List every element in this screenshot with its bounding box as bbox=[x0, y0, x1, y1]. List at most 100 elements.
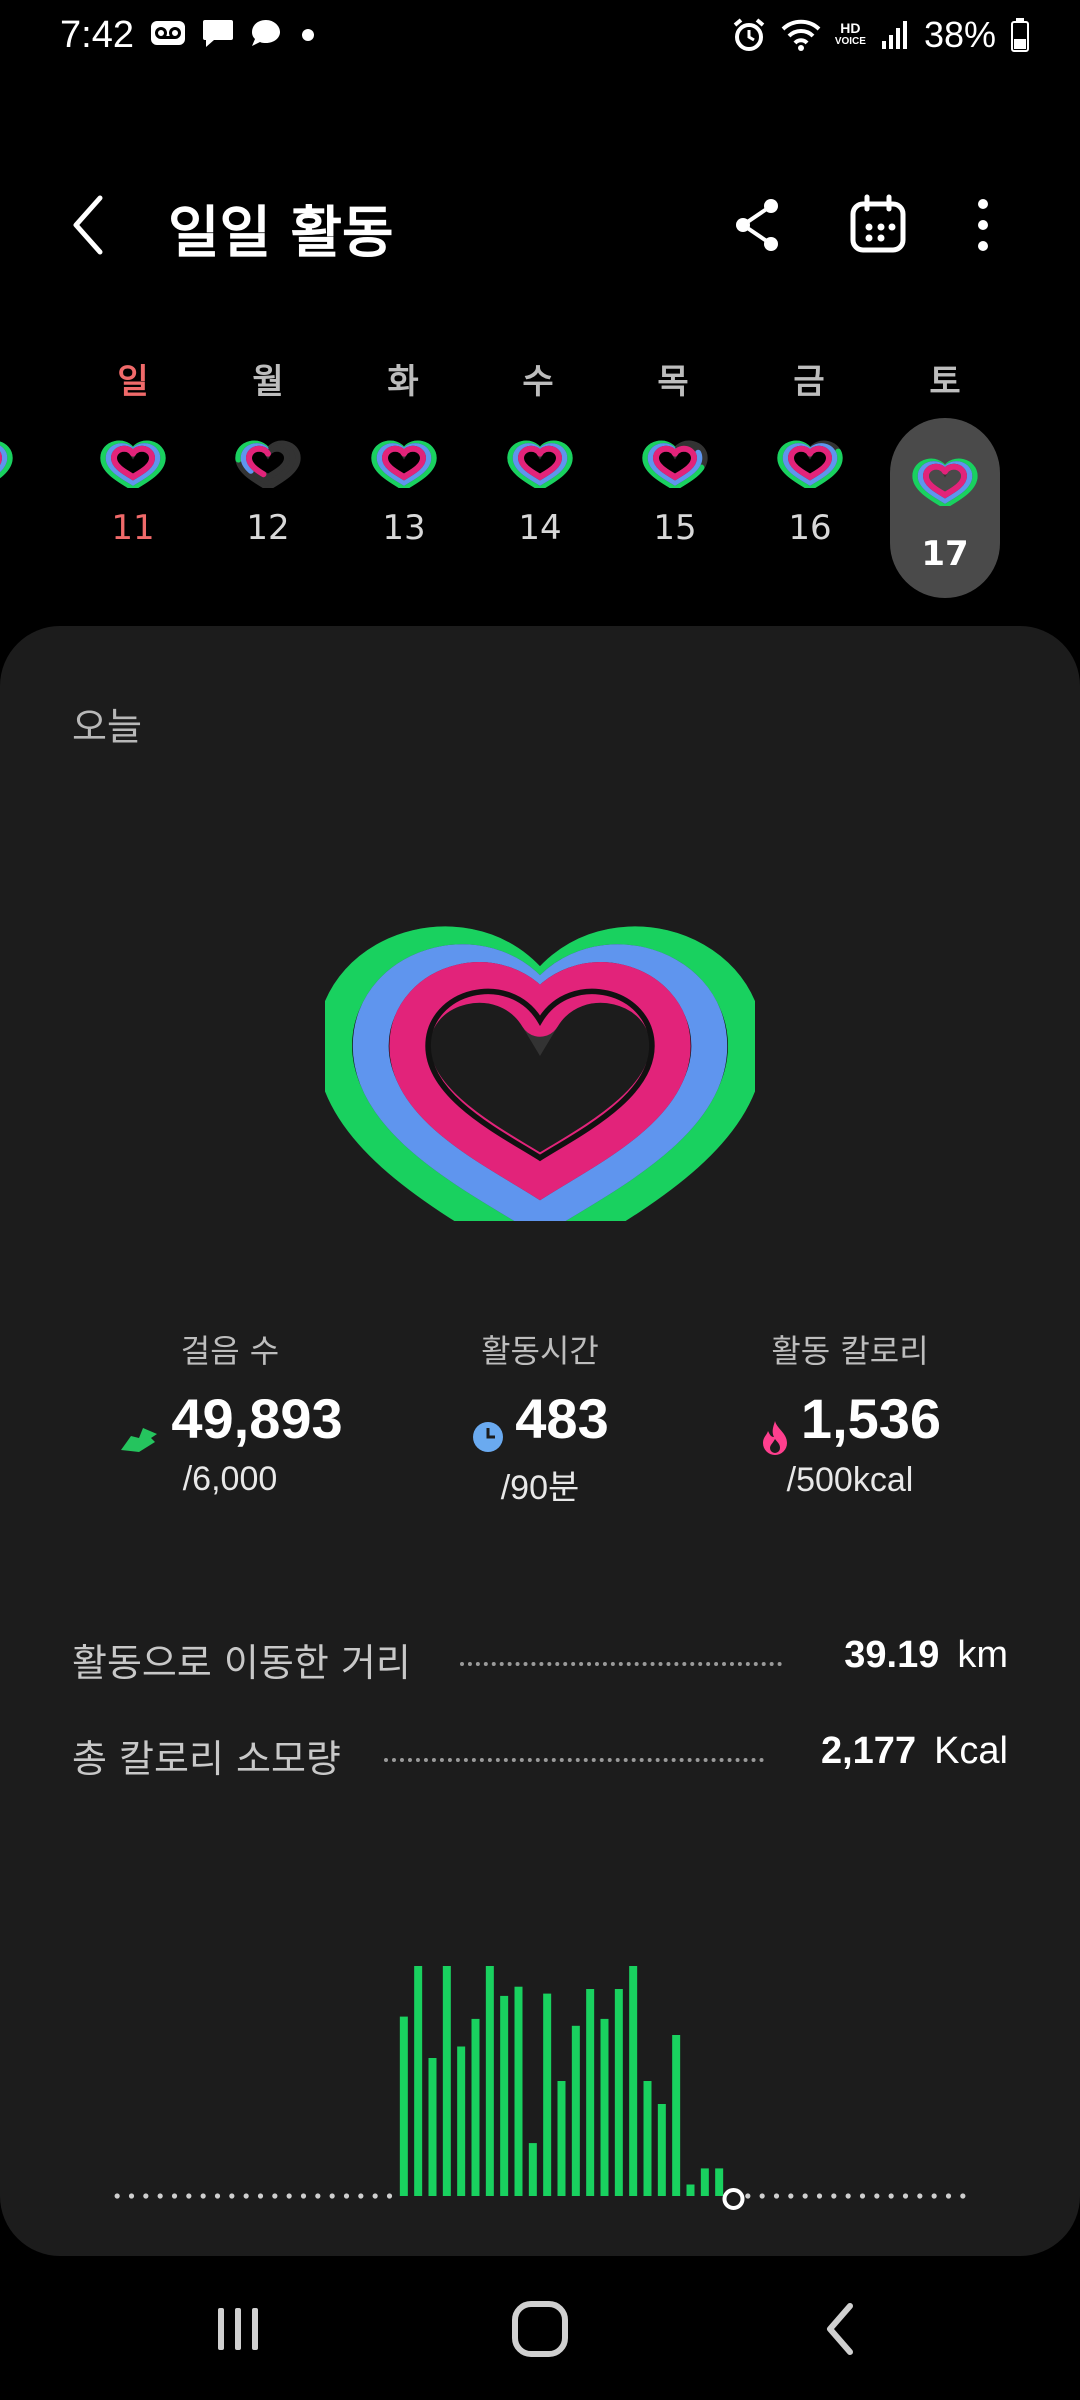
chart-empty-dot bbox=[372, 2193, 378, 2199]
system-icons: HD VOICE 38% bbox=[731, 14, 1030, 56]
chart-bar bbox=[614, 1989, 623, 2196]
chart-empty-dot bbox=[788, 2193, 794, 2199]
total-calories-row: 총 칼로리 소모량 2,177 Kcal bbox=[72, 1722, 1008, 1783]
chart-bar bbox=[428, 2058, 437, 2196]
page-title: 일일 활동 bbox=[168, 201, 394, 266]
navigation-bar bbox=[0, 2256, 1080, 2400]
activity-heart-icon bbox=[325, 926, 755, 1221]
chart-empty-dot bbox=[358, 2193, 364, 2199]
day-13[interactable]: 13 bbox=[349, 420, 459, 550]
day-12[interactable]: 12 bbox=[213, 420, 323, 550]
chart-empty-dot bbox=[143, 2193, 149, 2199]
chart-bar bbox=[586, 1989, 595, 2196]
chart-bar bbox=[500, 1995, 509, 2196]
chart-current-marker bbox=[722, 2188, 745, 2210]
battery-icon bbox=[1011, 18, 1029, 52]
chart-bar bbox=[557, 2081, 566, 2196]
dotted-leader bbox=[384, 1758, 764, 1762]
chart-empty-dot bbox=[157, 2193, 163, 2199]
chart-bar bbox=[657, 2104, 666, 2196]
stat-steps[interactable]: 걸음 수 49,893 /6,000 bbox=[80, 1326, 380, 1499]
day-number: 11 bbox=[111, 508, 155, 548]
chart-bar bbox=[414, 1966, 423, 2196]
mini-heart-icon bbox=[100, 440, 166, 488]
message-icon bbox=[203, 20, 233, 47]
distance-value-group: 39.19 km bbox=[844, 1634, 1008, 1677]
nav-back-icon[interactable] bbox=[802, 2294, 882, 2364]
total-calories-unit: Kcal bbox=[934, 1730, 1008, 1772]
chart-empty-dot bbox=[773, 2193, 780, 2199]
home-icon[interactable] bbox=[500, 2294, 580, 2364]
distance-row: 활동으로 이동한 거리 39.19 km bbox=[72, 1626, 1008, 1687]
chart-bar bbox=[672, 2035, 681, 2196]
total-calories-value: 2,177 bbox=[820, 1730, 917, 1772]
chart-empty-dot bbox=[945, 2193, 952, 2199]
wifi-icon bbox=[781, 19, 821, 51]
more-vert-icon[interactable] bbox=[965, 192, 1001, 258]
stat-value: 49,893 bbox=[171, 1387, 343, 1450]
chart-empty-dot bbox=[859, 2193, 866, 2199]
chart-bar bbox=[600, 2018, 609, 2196]
dow-tuesday: 화 bbox=[387, 362, 419, 402]
chart-empty-dot bbox=[214, 2193, 221, 2199]
chart-bar bbox=[715, 2168, 724, 2196]
chart-empty-dot bbox=[171, 2193, 178, 2199]
chart-bar bbox=[700, 2168, 709, 2196]
day-16[interactable]: 16 bbox=[755, 420, 865, 550]
mini-heart-icon bbox=[371, 440, 437, 488]
day-14[interactable]: 14 bbox=[485, 420, 595, 550]
chart-empty-dot bbox=[931, 2193, 937, 2199]
back-icon[interactable] bbox=[60, 190, 120, 260]
chart-empty-dot bbox=[315, 2193, 321, 2199]
day-partial[interactable]: 0 bbox=[0, 420, 35, 550]
mini-heart-icon bbox=[777, 440, 843, 488]
day-number: 13 bbox=[382, 508, 426, 548]
chart-empty-dot bbox=[186, 2193, 192, 2199]
chart-bar bbox=[399, 2016, 408, 2196]
week-selector: 일 월 화 수 목 금 토 0 11 12 13 14 15 16 17 bbox=[0, 340, 1080, 600]
chart-empty-dot bbox=[874, 2193, 880, 2199]
chart-empty-dot bbox=[745, 2193, 751, 2199]
day-number: 15 bbox=[653, 508, 697, 548]
clock-icon bbox=[473, 1421, 504, 1452]
dow-saturday: 토 bbox=[929, 362, 961, 402]
chart-empty-dot bbox=[802, 2193, 808, 2199]
daily-activity-card: 오늘 걸음 수 49,893 /6,000 활동시간 483 /90분 활동 칼… bbox=[0, 626, 1080, 2256]
share-icon[interactable] bbox=[725, 192, 791, 258]
dow-monday: 월 bbox=[252, 362, 284, 402]
hd-voice-icon: HD VOICE bbox=[835, 21, 866, 49]
chart-empty-dot bbox=[286, 2193, 292, 2199]
dot-icon bbox=[302, 29, 314, 41]
chart-bar bbox=[514, 1986, 523, 2196]
day-15[interactable]: 15 bbox=[620, 420, 730, 550]
day-17-selected[interactable]: 17 bbox=[890, 418, 1000, 598]
distance-value: 39.19 bbox=[844, 1634, 940, 1676]
stat-active-calories[interactable]: 활동 칼로리 1,536 /500kcal bbox=[700, 1326, 1000, 1500]
chart-bar bbox=[457, 2046, 466, 2196]
voicemail-icon bbox=[151, 21, 185, 45]
chart-empty-dot bbox=[300, 2193, 307, 2199]
mini-heart-icon bbox=[507, 440, 573, 488]
day-number: 16 bbox=[788, 508, 832, 548]
recents-icon[interactable] bbox=[198, 2294, 278, 2364]
voice-label: VOICE bbox=[834, 36, 866, 47]
shoe-icon bbox=[121, 1427, 158, 1452]
chart-bar bbox=[528, 2143, 537, 2196]
total-calories-value-group: 2,177 Kcal bbox=[821, 1730, 1008, 1773]
chart-bar bbox=[485, 1966, 494, 2196]
distance-unit: km bbox=[957, 1634, 1008, 1676]
stat-active-time[interactable]: 활동시간 483 /90분 bbox=[390, 1326, 690, 1509]
status-time: 7:42 bbox=[60, 14, 134, 56]
mini-heart-icon bbox=[235, 440, 301, 488]
chart-empty-dot bbox=[272, 2193, 278, 2199]
chart-empty-dot bbox=[229, 2193, 235, 2199]
day-11[interactable]: 11 bbox=[78, 420, 188, 550]
chart-empty-dot bbox=[902, 2193, 909, 2199]
calendar-icon[interactable] bbox=[845, 192, 911, 258]
chart-empty-dot bbox=[243, 2193, 249, 2199]
chart-empty-dot bbox=[114, 2193, 120, 2199]
chart-empty-dot bbox=[128, 2193, 135, 2199]
stat-label: 활동 칼로리 bbox=[771, 1332, 929, 1370]
hourly-activity-chart[interactable] bbox=[100, 1966, 980, 2226]
chart-empty-dot bbox=[917, 2193, 923, 2199]
